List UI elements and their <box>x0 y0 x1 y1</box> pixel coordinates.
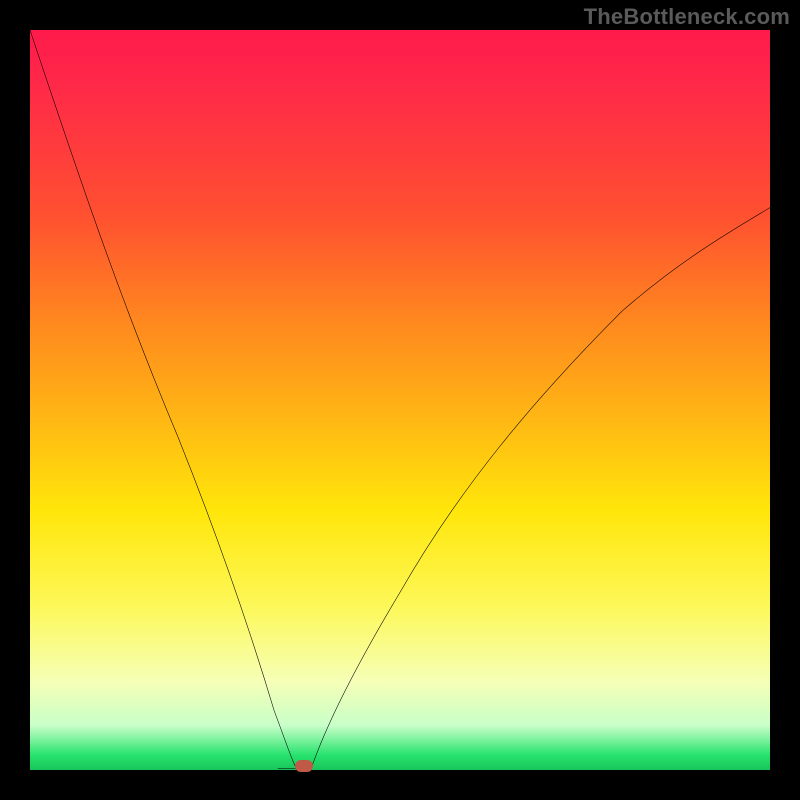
bottleneck-curve <box>30 30 770 770</box>
chart-frame: TheBottleneck.com <box>0 0 800 800</box>
curve-left-branch <box>30 30 296 769</box>
curve-right-branch <box>311 208 770 769</box>
plot-area <box>30 30 770 770</box>
watermark-text: TheBottleneck.com <box>584 4 790 30</box>
optimal-marker <box>295 760 313 772</box>
